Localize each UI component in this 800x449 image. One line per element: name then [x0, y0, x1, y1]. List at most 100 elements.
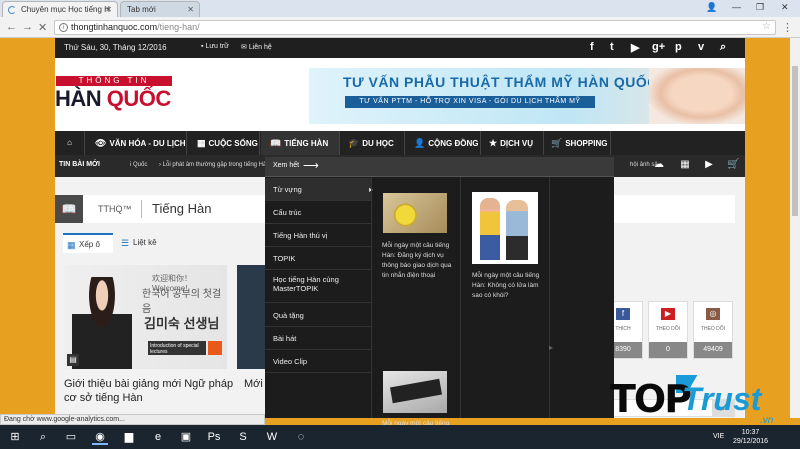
counter-value: 49409: [694, 342, 732, 358]
menu-item-tieng-han-thu-vi[interactable]: Tiếng Hàn thú vị: [265, 224, 371, 247]
browser-toolbar: ← → ✕ i thongtinhanquoc.com/tieng-han/ ☆…: [0, 17, 800, 38]
browser-menu-icon[interactable]: ⋮: [782, 21, 793, 34]
main-navigation: ⌂ 👁 VĂN HÓA - DU LỊCH ▦ CUỘC SỐNG 📖 TIẾNG H…: [55, 131, 745, 155]
star-icon: ★: [489, 138, 498, 148]
star-bookmark-icon[interactable]: ☆: [762, 21, 771, 32]
document-icon: ▤: [67, 354, 79, 366]
post-caption[interactable]: Mỗi ngày một câu tiếng Hàn: Không có lửa…: [472, 271, 544, 301]
nav-dich-vu[interactable]: ★ DỊCH VỤ: [482, 131, 544, 155]
loading-spinner-icon: [8, 6, 16, 14]
nav-cong-dong[interactable]: 👤 CỘNG ĐỒNG: [406, 131, 481, 155]
skype-icon[interactable]: S: [235, 429, 251, 445]
ad-banner[interactable]: TƯ VẤN PHẪU THUẬT THẨM MỸ HÀN QUỐC TƯ VẤ…: [309, 68, 745, 124]
stop-icon[interactable]: ✕: [38, 21, 47, 34]
tab-list-view[interactable]: ☰ Liệt kê: [117, 233, 173, 253]
instagram-icon: ◎: [706, 308, 720, 320]
back-icon[interactable]: ←: [6, 21, 17, 33]
nav-van-hoa-du-lich[interactable]: 👁 VĂN HÓA - DU LỊCH: [86, 131, 187, 155]
file-explorer-icon[interactable]: ▆: [121, 429, 137, 445]
pinterest-icon[interactable]: p: [675, 41, 682, 53]
post-thumbnail[interactable]: [383, 193, 447, 233]
breadcrumb-site[interactable]: TTHQ™: [98, 204, 132, 214]
clock-date: 29/12/2016: [733, 438, 769, 445]
menu-item-cau-truc[interactable]: Cấu trúc: [265, 201, 371, 224]
illustration-figure: [506, 200, 528, 260]
instagram-counter[interactable]: ◎ THEO DÕI 49409: [693, 301, 733, 359]
post-caption[interactable]: Mỗi ngày một câu tiếng Hàn: Đăng ký dịch…: [382, 241, 454, 281]
post-thumbnail[interactable]: [383, 371, 447, 413]
search-icon[interactable]: ⌕: [720, 41, 726, 54]
logo-top-text: THÔNG TIN: [56, 76, 172, 86]
tab-active[interactable]: Chuyên mục Học tiếng H ✕: [2, 1, 118, 17]
google-plus-icon[interactable]: g+: [652, 41, 665, 53]
page-scrollbar[interactable]: [790, 38, 800, 418]
view-all-link[interactable]: Xem hết ⟶: [265, 157, 614, 177]
info-icon[interactable]: i: [59, 23, 68, 32]
photoshop-icon[interactable]: Ps: [206, 429, 222, 445]
menu-item-video-clip[interactable]: Video Clip: [265, 350, 371, 373]
close-window-icon[interactable]: ✕: [781, 2, 789, 13]
book-icon: 📖: [270, 138, 282, 148]
nav-du-hoc[interactable]: 🎓 DU HỌC: [341, 131, 405, 155]
facebook-icon: f: [616, 308, 630, 320]
ticker-item[interactable]: i Quốc: [130, 162, 147, 168]
archive-link[interactable]: ▪ Lưu trữ: [201, 43, 229, 50]
chrome-icon[interactable]: ◉: [92, 429, 108, 445]
divider: [460, 177, 461, 418]
home-icon: ⌂: [67, 138, 72, 147]
search-icon[interactable]: ⌕: [35, 429, 51, 445]
site-logo[interactable]: HÀN QUỐC: [55, 86, 171, 112]
nav-shopping[interactable]: 🛒 SHOPPING: [545, 131, 611, 155]
facebook-icon[interactable]: f: [590, 41, 594, 53]
browser-status-bar: Đang chờ www.google-analytics.com...: [0, 414, 265, 425]
menu-item-bai-hat[interactable]: Bài hát: [265, 327, 371, 350]
contact-link[interactable]: ✉ Liên hệ: [241, 43, 272, 51]
post-thumbnail[interactable]: [472, 192, 538, 264]
nav-home[interactable]: ⌂: [55, 131, 85, 155]
minimize-icon[interactable]: —: [732, 2, 741, 12]
tab-new[interactable]: Tab mới ✕: [120, 1, 200, 17]
ticker-item[interactable]: › Lỗi phát âm thường gặp trong tiếng Hà: [159, 162, 266, 168]
profile-icon[interactable]: 👤: [706, 2, 717, 13]
youtube-counter[interactable]: ▶ THEO DÕI 0: [648, 301, 688, 359]
menu-item-topik[interactable]: TOPIK: [265, 247, 371, 270]
task-view-icon[interactable]: ▭: [63, 429, 79, 445]
book-icon: 📖: [55, 195, 83, 223]
cart-icon[interactable]: 🛒: [727, 159, 739, 171]
app-icon[interactable]: ◌: [293, 429, 309, 445]
menu-item-mastertopik[interactable]: Học tiếng Hàn cùng MasterTOPIK: [265, 270, 371, 303]
article-thumbnail[interactable]: [237, 265, 267, 369]
url-domain: thongtinhanquoc.com: [71, 22, 158, 32]
scrollbar-thumb[interactable]: [792, 66, 798, 216]
weather-icon[interactable]: ☁: [653, 159, 665, 171]
calendar-icon[interactable]: ▦: [679, 159, 691, 171]
nav-tieng-han[interactable]: 📖 TIẾNG HÀN: [261, 131, 340, 155]
windows-start-icon[interactable]: ⊞: [7, 429, 23, 445]
close-icon[interactable]: ✕: [187, 5, 194, 14]
site-top-bar: Thứ Sáu, 30, Tháng 12/2016 ▪ Lưu trữ ✉ L…: [55, 38, 745, 58]
twitter-icon[interactable]: t: [610, 41, 614, 53]
restore-icon[interactable]: ❐: [756, 2, 764, 13]
menu-item-qua-tang[interactable]: Quà tặng: [265, 304, 371, 327]
article-thumbnail[interactable]: 欢迎和你！Welcome! 한국어 공부의 첫걸음 김미숙 선생님 Introd…: [64, 265, 227, 369]
video-icon[interactable]: ▶: [703, 159, 715, 171]
word-icon[interactable]: W: [264, 429, 280, 445]
counter-label: THEO DÕI: [655, 326, 681, 332]
tab-grid-view[interactable]: ▦ Xếp ô: [63, 233, 113, 253]
store-icon[interactable]: ▣: [178, 429, 194, 445]
ticker-label: TIN BÀI MỚI: [59, 161, 100, 168]
browser-tab-bar: Chuyên mục Học tiếng H ✕ Tab mới ✕ 👤 — ❐…: [0, 0, 800, 17]
close-icon[interactable]: ✕: [105, 5, 112, 14]
forward-icon[interactable]: →: [22, 21, 33, 33]
address-bar[interactable]: i thongtinhanquoc.com/tieng-han/ ☆: [54, 20, 776, 35]
grid-icon: ▦: [197, 138, 206, 148]
nav-cuoc-song[interactable]: ▦ CUỘC SỐNG: [188, 131, 260, 155]
list-icon: ☰: [121, 238, 130, 248]
vimeo-icon[interactable]: v: [698, 41, 704, 53]
illustration-figure: [480, 198, 500, 260]
site-header: THÔNG TIN HÀN QUỐC TƯ VẤN PHẪU THUẬT THẨ…: [55, 58, 745, 131]
menu-item-tu-vung[interactable]: Từ vựng: [265, 178, 371, 201]
article-title[interactable]: Giới thiệu bài giảng mới Ngữ pháp cơ sở …: [64, 377, 234, 405]
edge-icon[interactable]: e: [150, 429, 166, 445]
youtube-icon[interactable]: ▶: [631, 41, 639, 54]
